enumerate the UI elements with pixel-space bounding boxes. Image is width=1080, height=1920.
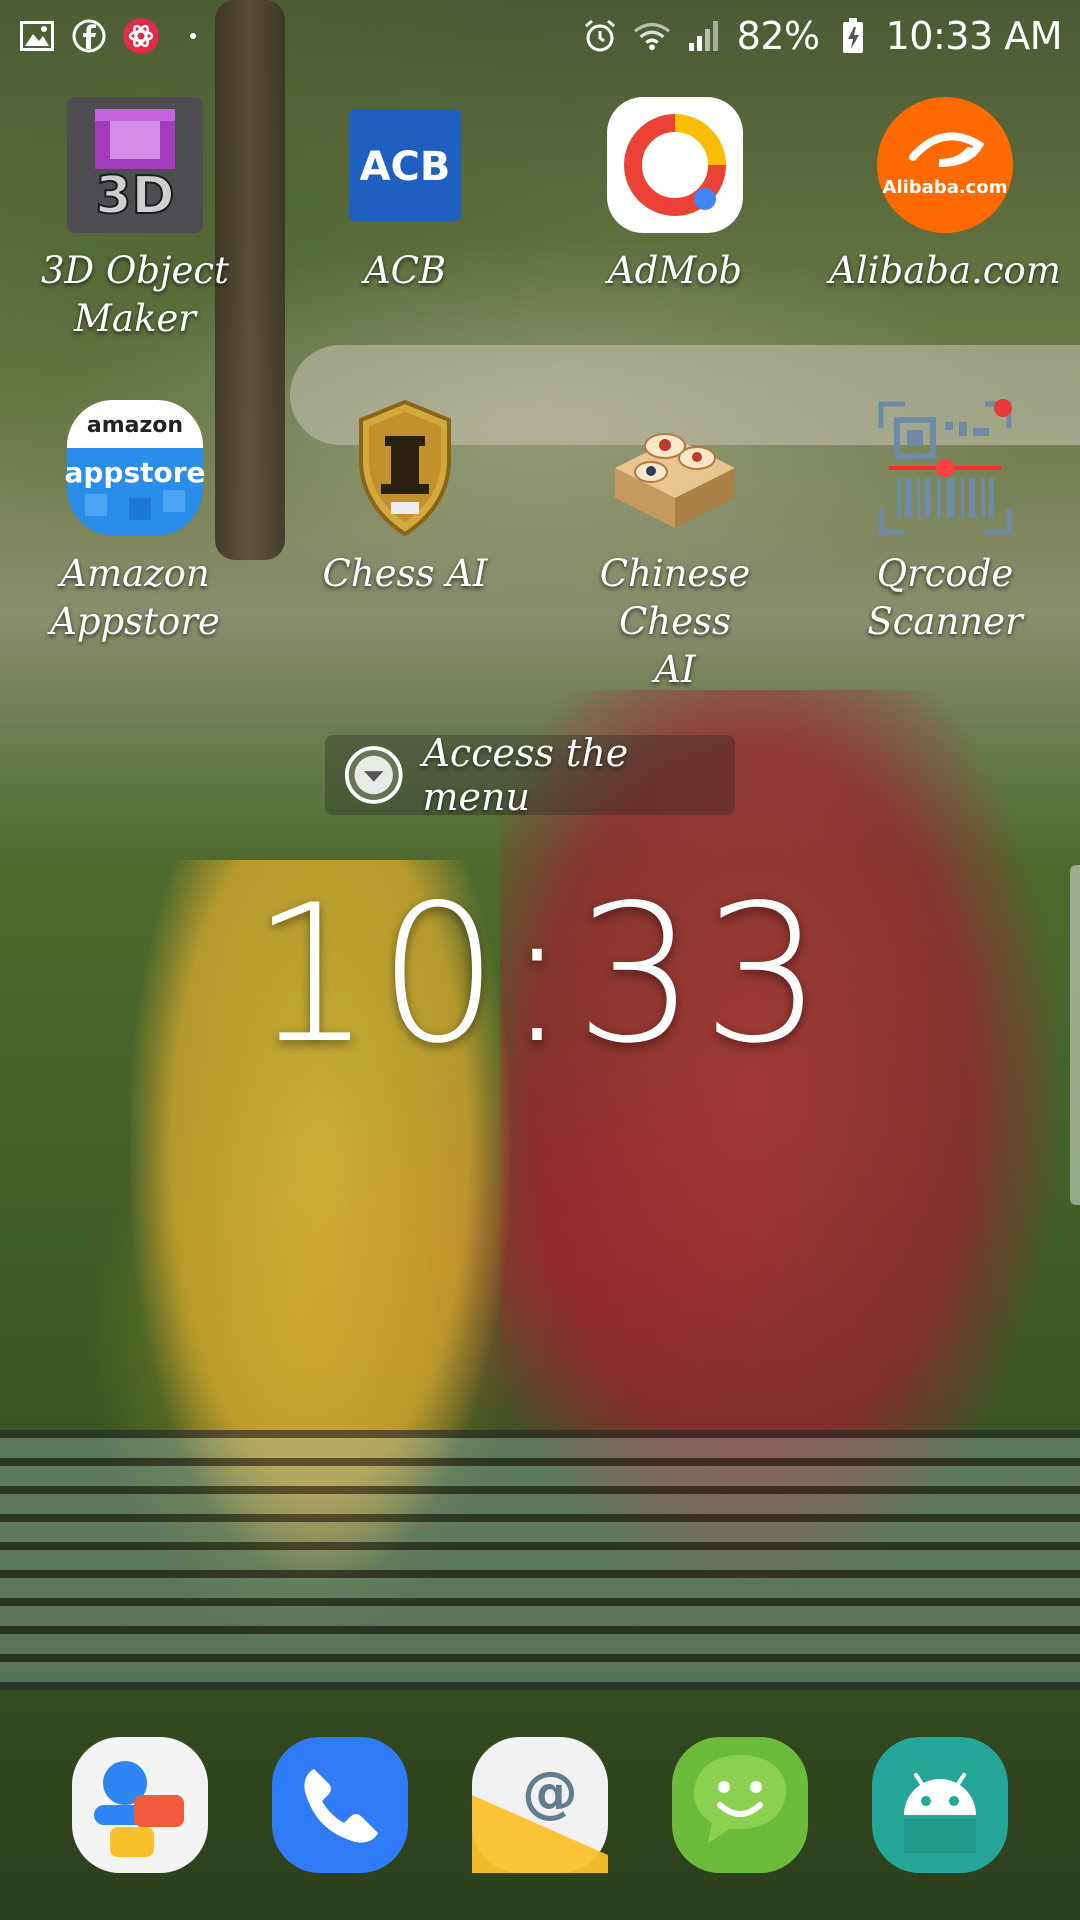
phone-icon[interactable] [270, 1735, 410, 1875]
home-app-grid: 3D 3D Object Maker ACB ACB AdMob Alibaba… [0, 95, 1080, 694]
app-label: Alibaba.com [829, 249, 1061, 292]
app-admob[interactable]: AdMob [540, 95, 810, 343]
app-label: ACB [363, 249, 447, 292]
acb-icon[interactable]: ACB [335, 95, 475, 235]
app-amazon-appstore[interactable]: amazon appstore Amazon Appstore [0, 398, 270, 694]
app-chess-ai[interactable]: Chess AI [270, 398, 540, 694]
alibaba-icon-text: Alibaba.com [883, 177, 1008, 198]
email-icon[interactable]: @ [470, 1735, 610, 1875]
access-menu-hint[interactable]: Access the menu [325, 731, 735, 819]
wallpaper-bench [0, 1430, 1080, 1690]
app-label: Amazon Appstore [50, 552, 220, 643]
status-bar-notifications [18, 17, 212, 55]
access-menu-text: Access the menu [422, 731, 629, 819]
alarm-icon [581, 17, 619, 55]
status-bar-system: 82% 10:33 AM [581, 14, 1063, 58]
gallery-icon [18, 17, 56, 55]
battery-charging-icon [834, 17, 872, 55]
battery-percent: 82% [736, 14, 820, 58]
alibaba-icon[interactable]: Alibaba.com [875, 95, 1015, 235]
amazon-icon-text: amazon [87, 413, 183, 438]
messages-icon[interactable] [670, 1735, 810, 1875]
app-3d-object-maker[interactable]: 3D 3D Object Maker [0, 95, 270, 343]
app-acb[interactable]: ACB ACB [270, 95, 540, 343]
chevron-down-circle-icon [344, 746, 403, 804]
svg-text:3D: 3D [95, 166, 174, 226]
app-chinese-chess-ai[interactable]: Chinese Chess AI [540, 398, 810, 694]
dock: @ [0, 1735, 1080, 1875]
contacts-icon[interactable] [70, 1735, 210, 1875]
status-bar-time: 10:33 AM [885, 14, 1063, 58]
chinese-chess-ai-icon[interactable] [605, 398, 745, 538]
wallpaper-child-red-jacket [500, 690, 1060, 1590]
app-label: 3D Object Maker [41, 249, 229, 340]
email-icon-text: @ [522, 1760, 578, 1825]
app-label: Chess AI [322, 552, 488, 595]
admob-icon[interactable] [605, 95, 745, 235]
appstore-icon-text: appstore [65, 456, 205, 489]
3d-object-maker-icon[interactable]: 3D [65, 95, 205, 235]
android-icon[interactable] [870, 1735, 1010, 1875]
status-bar: 82% 10:33 AM [0, 0, 1080, 72]
signal-icon [685, 17, 723, 55]
wifi-icon [633, 17, 671, 55]
app-qrcode-scanner[interactable]: Qrcode Scanner [810, 398, 1080, 694]
clock-widget[interactable]: 10:33 [0, 880, 1080, 1070]
acb-icon-text: ACB [360, 144, 451, 190]
app-label: Qrcode Scanner [867, 552, 1023, 643]
amazon-appstore-icon[interactable]: amazon appstore [65, 398, 205, 538]
edge-panel-handle[interactable] [1070, 865, 1080, 1205]
more-dot-icon [174, 17, 212, 55]
facebook-icon [70, 17, 108, 55]
app-label: Chinese Chess AI [599, 552, 751, 691]
app-alibaba[interactable]: Alibaba.com Alibaba.com [810, 95, 1080, 343]
qrcode-scanner-icon[interactable] [875, 398, 1015, 538]
app-label: AdMob [607, 249, 743, 292]
chess-ai-icon[interactable] [335, 398, 475, 538]
app-notification-icon [122, 17, 160, 55]
